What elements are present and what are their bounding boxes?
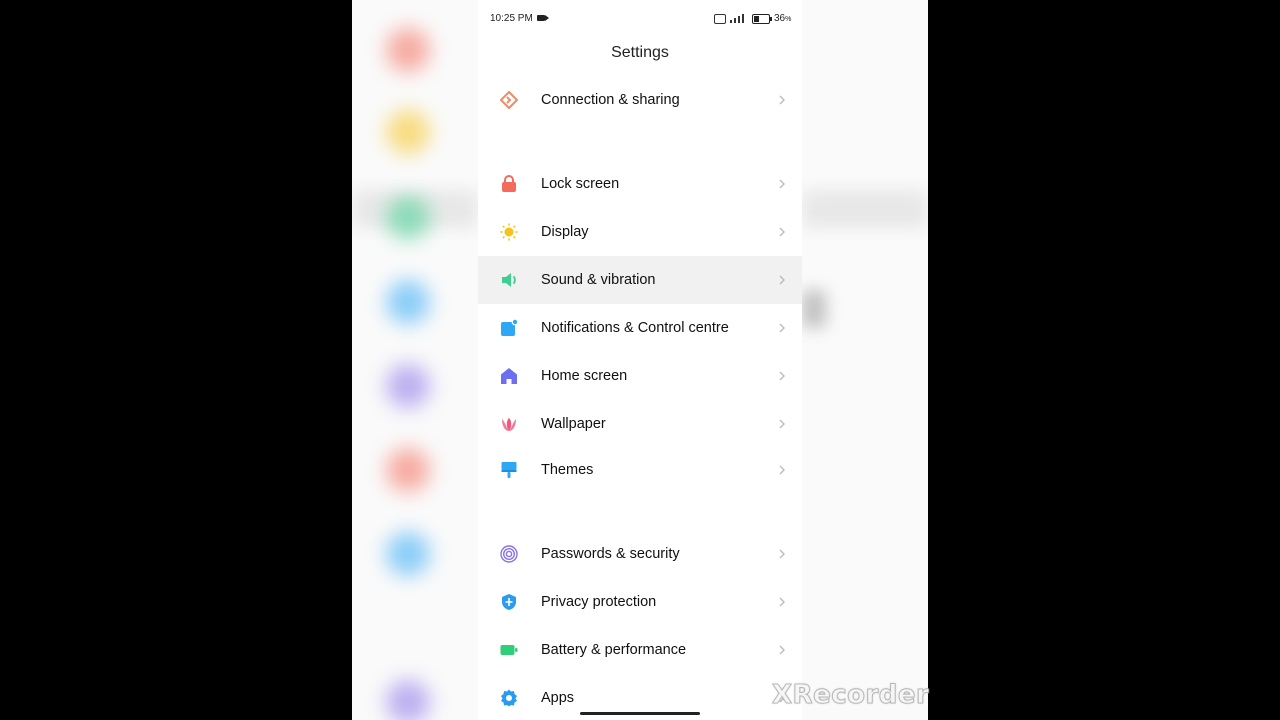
settings-item-label: Passwords & security bbox=[541, 546, 680, 562]
chevron-right-icon bbox=[779, 645, 785, 655]
settings-item-label: Wallpaper bbox=[541, 416, 606, 432]
settings-item-label: Home screen bbox=[541, 368, 628, 384]
chevron-right-icon bbox=[779, 465, 785, 475]
privacy-shield-icon bbox=[502, 594, 516, 610]
settings-item-label: Apps bbox=[541, 690, 575, 706]
chevron-right-icon bbox=[779, 371, 785, 381]
volte-icon bbox=[714, 14, 726, 24]
chevron-right-icon bbox=[779, 323, 785, 333]
settings-item-privacy-protection[interactable]: Privacy protection bbox=[478, 578, 802, 626]
chevron-right-icon bbox=[779, 419, 785, 429]
status-bar: 10:25 PM 36% bbox=[478, 0, 802, 38]
status-time: 10:25 PM bbox=[490, 13, 533, 24]
sun-icon bbox=[500, 223, 518, 241]
chevron-right-icon bbox=[779, 275, 785, 285]
blurred-shape bbox=[386, 280, 430, 324]
settings-item-lock-screen[interactable]: Lock screen bbox=[478, 160, 802, 208]
battery-percent: 36% bbox=[774, 13, 792, 24]
chevron-right-icon bbox=[779, 179, 785, 189]
settings-item-label: Notifications & Control centre bbox=[541, 320, 729, 336]
blurred-shape bbox=[386, 28, 430, 72]
fingerprint-icon bbox=[500, 545, 518, 563]
chevron-right-icon bbox=[779, 95, 785, 105]
themes-brush-icon bbox=[501, 462, 517, 478]
blurred-background-right bbox=[802, 0, 928, 720]
page-title: Settings bbox=[611, 44, 669, 61]
home-icon bbox=[501, 368, 517, 384]
settings-item-themes[interactable]: Themes bbox=[478, 446, 802, 494]
battery-icon bbox=[500, 645, 518, 655]
gear-icon bbox=[501, 689, 517, 707]
wallpaper-flower-icon bbox=[502, 418, 516, 431]
battery-status-icon bbox=[752, 14, 772, 24]
settings-item-home-screen[interactable]: Home screen bbox=[478, 352, 802, 400]
blurred-shape bbox=[386, 110, 430, 154]
blurred-background-left bbox=[352, 0, 478, 720]
blurred-shape bbox=[386, 364, 430, 408]
chevron-right-icon bbox=[779, 549, 785, 559]
notification-icon bbox=[501, 319, 518, 336]
settings-item-label: Connection & sharing bbox=[541, 92, 680, 108]
settings-item-connection-sharing[interactable]: Connection & sharing bbox=[478, 76, 802, 124]
blurred-shape bbox=[386, 532, 430, 576]
chevron-right-icon bbox=[779, 227, 785, 237]
settings-item-sound-vibration[interactable]: Sound & vibration bbox=[478, 256, 802, 304]
settings-item-battery-performance[interactable]: Battery & performance bbox=[478, 626, 802, 674]
settings-item-label: Themes bbox=[541, 462, 594, 478]
settings-item-wallpaper[interactable]: Wallpaper bbox=[478, 400, 802, 448]
lock-icon bbox=[502, 175, 516, 192]
phone-screen: 10:25 PM 36% Settings Connection & shari… bbox=[478, 0, 802, 720]
screen-record-icon bbox=[537, 15, 549, 21]
settings-item-label: Sound & vibration bbox=[541, 272, 656, 288]
blurred-shape bbox=[386, 196, 430, 240]
settings-item-label: Privacy protection bbox=[541, 594, 657, 610]
gesture-navigation-bar[interactable] bbox=[580, 712, 700, 715]
blurred-shape bbox=[802, 290, 826, 328]
blurred-shape bbox=[386, 680, 430, 720]
settings-item-label: Lock screen bbox=[541, 176, 620, 192]
settings-item-notifications[interactable]: Notifications & Control centre bbox=[478, 304, 802, 352]
settings-item-label: Display bbox=[541, 224, 589, 240]
settings-item-label: Battery & performance bbox=[541, 642, 687, 658]
connection-sharing-icon bbox=[500, 91, 518, 109]
signal-icon bbox=[730, 13, 748, 23]
settings-item-passwords-security[interactable]: Passwords & security bbox=[478, 530, 802, 578]
blurred-shape bbox=[802, 190, 928, 228]
blurred-shape bbox=[386, 448, 430, 492]
speaker-icon bbox=[502, 273, 516, 287]
recorder-watermark: XRecorder bbox=[771, 680, 930, 711]
chevron-right-icon bbox=[779, 597, 785, 607]
settings-item-display[interactable]: Display bbox=[478, 208, 802, 256]
